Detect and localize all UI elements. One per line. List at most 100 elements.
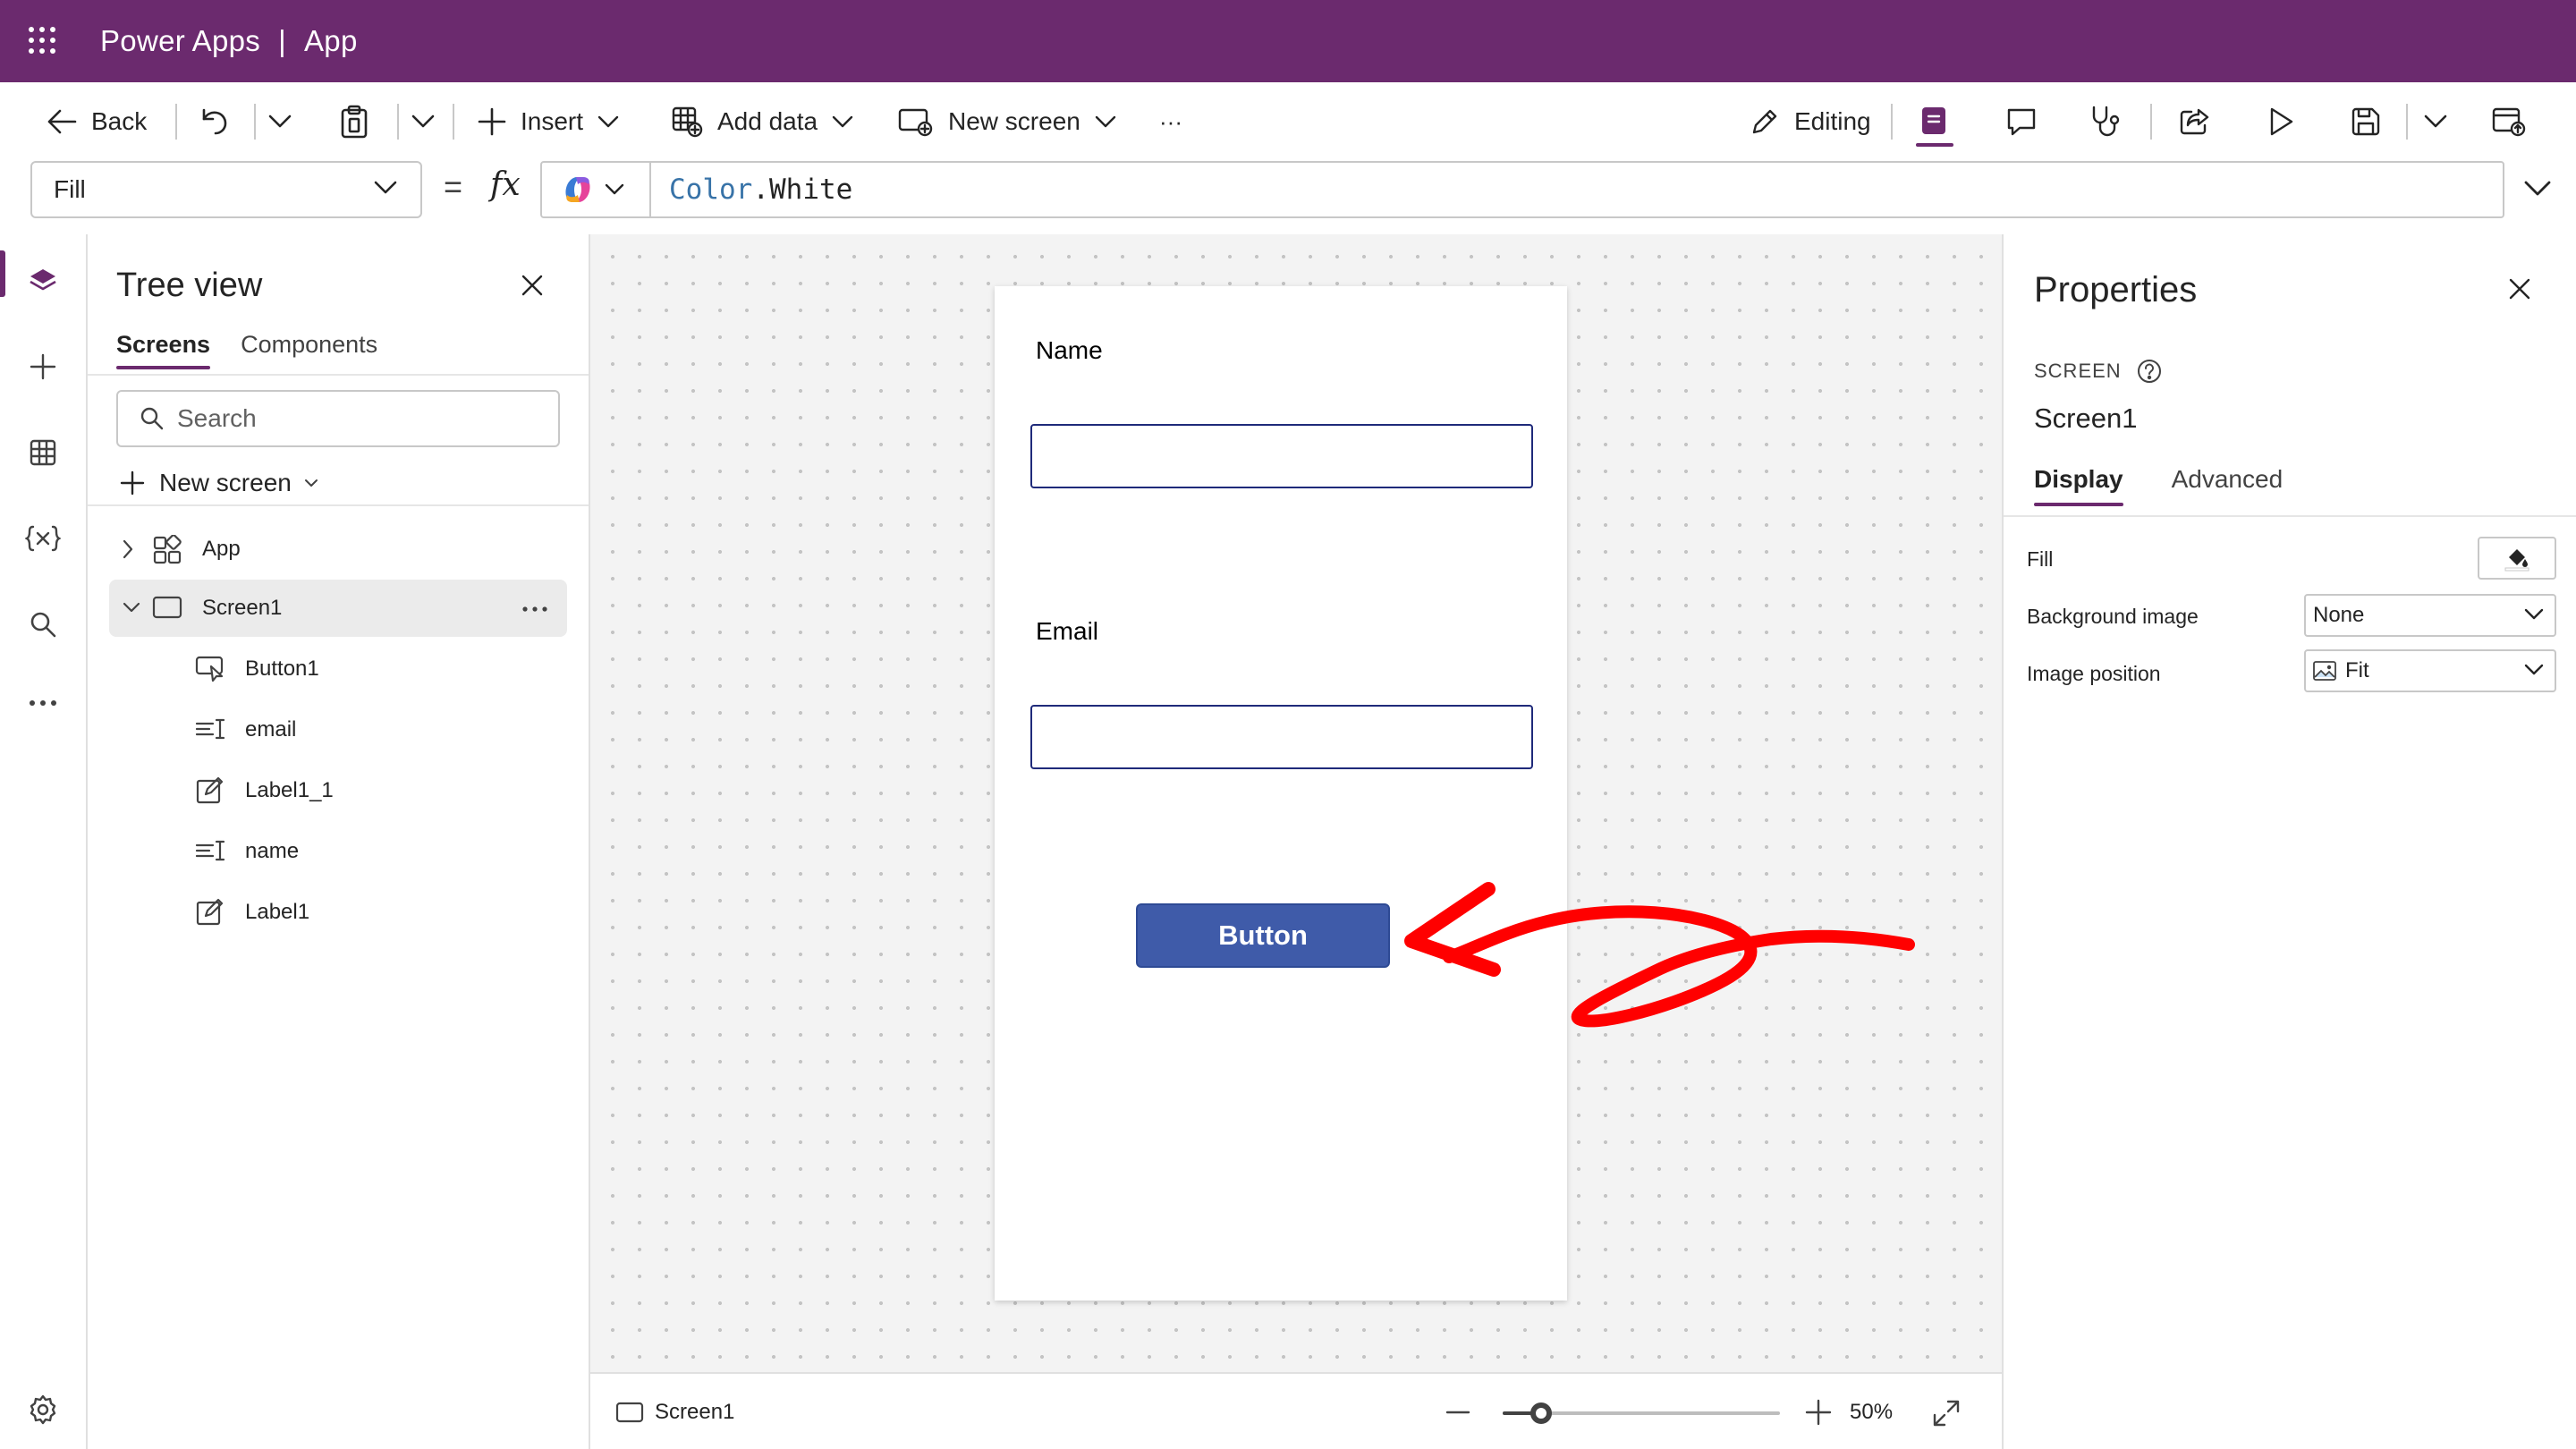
screen1-canvas[interactable]: Name Email Button	[995, 286, 1567, 1301]
publish-icon	[2492, 107, 2526, 137]
rail-tree-view-button[interactable]	[0, 247, 86, 315]
label-icon	[196, 776, 224, 804]
tree-node-screen1[interactable]: Screen1	[109, 580, 567, 637]
undo-button[interactable]	[199, 82, 229, 161]
tab-advanced[interactable]: Advanced	[2172, 465, 2284, 506]
insert-button[interactable]: Insert	[478, 82, 619, 161]
preview-button[interactable]	[2267, 82, 2295, 161]
tree-new-screen-button[interactable]: New screen	[120, 458, 318, 508]
tree-node-label: Label1_1	[245, 778, 334, 802]
current-screen-name: Screen1	[655, 1400, 735, 1424]
text-input-icon	[195, 840, 225, 861]
label1[interactable]: Name	[1036, 336, 1103, 365]
tab-components[interactable]: Components	[241, 331, 377, 369]
expand-formula-button[interactable]	[2524, 181, 2551, 197]
property-dropdown[interactable]: Fill	[30, 161, 422, 218]
tree-node-name[interactable]: name	[109, 823, 567, 880]
save-menu-button[interactable]	[2424, 82, 2447, 161]
current-screen-indicator[interactable]: Screen1	[615, 1374, 734, 1449]
tree-node-button1[interactable]: Button1	[109, 640, 567, 698]
chevron-right-icon[interactable]	[122, 538, 134, 560]
background-image-dropdown[interactable]: None	[2304, 594, 2556, 637]
fx-icon[interactable]: fx	[490, 166, 521, 203]
rail-insert-button[interactable]	[0, 333, 86, 401]
table-add-icon	[672, 106, 703, 138]
more-commands-button[interactable]: ···	[1159, 82, 1182, 161]
rail-data-button[interactable]	[0, 419, 86, 487]
notebook-icon	[1922, 107, 1945, 134]
back-label: Back	[91, 107, 148, 135]
tree-search-input[interactable]: Search	[116, 390, 560, 447]
clipboard-icon	[341, 105, 368, 139]
search-icon	[30, 612, 56, 638]
name-text-input[interactable]	[1030, 424, 1533, 488]
divider	[88, 374, 589, 376]
email-text-input[interactable]	[1030, 705, 1533, 769]
app-name[interactable]: App	[304, 24, 358, 58]
image-icon	[2313, 661, 2336, 681]
tab-display[interactable]: Display	[2034, 465, 2123, 506]
back-button[interactable]: Back	[47, 82, 147, 161]
editing-mode-button[interactable]: Editing	[1750, 82, 1871, 161]
app-launcher-icon[interactable]	[27, 25, 57, 55]
button1[interactable]: Button	[1136, 903, 1390, 968]
button-control-icon	[195, 656, 224, 682]
save-icon	[2351, 107, 2380, 136]
formula-input[interactable]: Color. White	[669, 161, 852, 218]
plus-icon	[1805, 1399, 1832, 1426]
share-icon	[2180, 108, 2209, 135]
divider	[88, 504, 589, 506]
insert-label: Insert	[521, 107, 584, 135]
properties-title: Properties	[2034, 270, 2198, 309]
divider	[2004, 515, 2576, 517]
tree-node-email[interactable]: email	[109, 701, 567, 758]
publish-button[interactable]	[2492, 82, 2526, 161]
paste-button[interactable]	[340, 82, 369, 161]
equals-sign: =	[444, 168, 463, 205]
screen-icon	[152, 596, 182, 619]
fill-color-picker[interactable]	[2478, 537, 2556, 580]
rail-variables-button[interactable]	[0, 504, 86, 572]
image-position-dropdown[interactable]: Fit	[2304, 649, 2556, 692]
canvas-status-bar: Screen1 50%	[590, 1372, 2002, 1449]
tree-node-label1-1[interactable]: Label1_1	[109, 762, 567, 819]
tab-screens[interactable]: Screens	[116, 331, 211, 369]
zoom-out-button[interactable]	[1445, 1401, 1470, 1424]
tree-close-button[interactable]	[521, 274, 544, 297]
add-data-button[interactable]: Add data	[671, 82, 853, 161]
rail-more-button[interactable]	[0, 669, 86, 737]
health-check-button[interactable]	[2089, 82, 2122, 161]
formula-bar: Fill = fx Color. White	[0, 161, 2576, 394]
chevron-down-icon[interactable]	[122, 601, 141, 614]
zoom-slider[interactable]	[1503, 1402, 1780, 1424]
new-screen-button[interactable]: New screen	[898, 82, 1116, 161]
rail-settings-button[interactable]	[0, 1376, 86, 1444]
share-button[interactable]	[2179, 82, 2211, 161]
comments-button[interactable]	[2005, 82, 2038, 161]
tree-node-label1[interactable]: Label1	[109, 884, 567, 941]
command-bar: Back Insert Add data New screen ··· Edit…	[0, 82, 2576, 161]
zoom-in-button[interactable]	[1805, 1399, 1832, 1426]
properties-tabs: Display Advanced	[2034, 465, 2283, 506]
product-name[interactable]: Power Apps	[100, 24, 260, 58]
annotation-arrow	[1404, 882, 1915, 1028]
copilot-button[interactable]	[560, 168, 631, 211]
more-horizontal-icon[interactable]	[522, 606, 547, 612]
control-name[interactable]: Screen1	[2034, 402, 2137, 435]
app-checker-button[interactable]	[1919, 82, 1950, 161]
chevron-down-icon	[411, 114, 435, 128]
properties-pane: Properties SCREEN Screen1 Display Advanc…	[2002, 234, 2576, 1449]
copilot-icon	[565, 177, 590, 202]
zoom-slider-thumb[interactable]	[1530, 1402, 1553, 1424]
paste-menu-button[interactable]	[411, 82, 435, 161]
tree-node-app[interactable]: App	[109, 521, 567, 578]
active-indicator	[1916, 143, 1953, 147]
properties-close-button[interactable]	[2508, 277, 2531, 301]
save-button[interactable]	[2351, 82, 2381, 161]
layers-icon	[30, 269, 56, 291]
label1-1[interactable]: Email	[1036, 617, 1098, 646]
help-icon[interactable]	[2136, 358, 2163, 385]
fit-to-window-button[interactable]	[1932, 1399, 1961, 1428]
undo-menu-button[interactable]	[268, 82, 292, 161]
rail-search-button[interactable]	[0, 590, 86, 658]
